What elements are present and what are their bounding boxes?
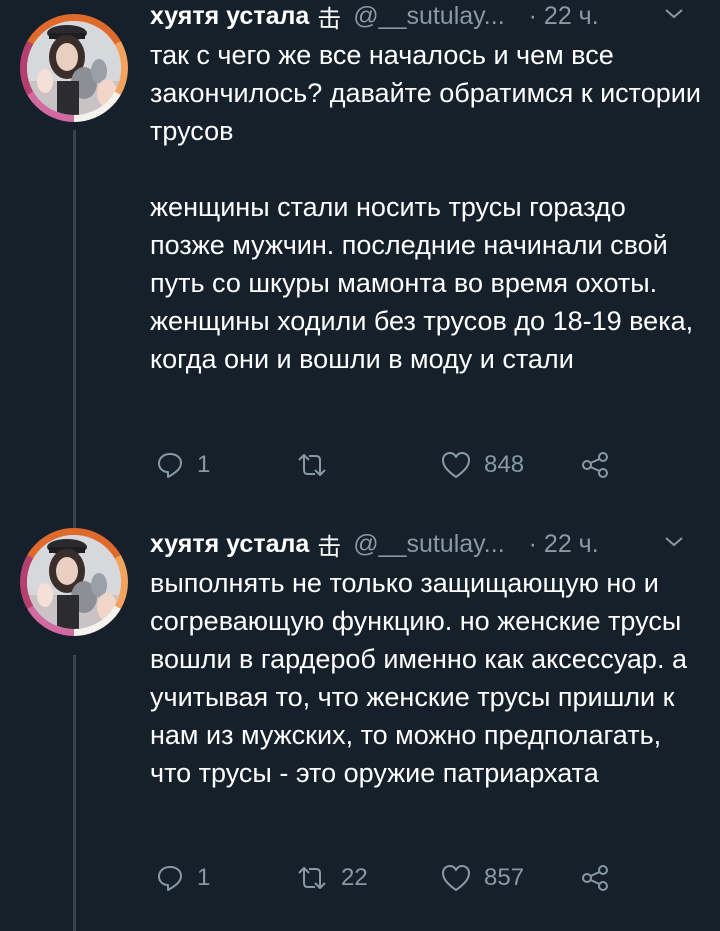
reply-icon bbox=[158, 866, 182, 891]
share-icon bbox=[582, 865, 608, 891]
reply-icon bbox=[158, 453, 182, 478]
retweet-icon bbox=[298, 867, 326, 889]
author-handle[interactable]: @__sutulay... bbox=[353, 2, 504, 31]
tweet-timestamp[interactable]: · 22 ч. bbox=[529, 530, 599, 559]
reply-button[interactable]: 1 bbox=[155, 450, 210, 480]
avatar[interactable] bbox=[20, 14, 128, 122]
reply-count: 1 bbox=[197, 451, 211, 478]
share-icon bbox=[582, 452, 608, 478]
tweet-timestamp[interactable]: · 22 ч. bbox=[529, 2, 599, 31]
share-button[interactable] bbox=[580, 863, 610, 893]
reply-count: 1 bbox=[197, 864, 211, 891]
retweet-button[interactable] bbox=[295, 450, 329, 480]
heart-icon bbox=[442, 865, 470, 891]
tweet-text: так с чего же все началось и чем все зак… bbox=[150, 36, 705, 378]
reply-button[interactable]: 1 bbox=[155, 863, 210, 893]
tweet-paragraph: так с чего же все началось и чем все зак… bbox=[150, 40, 701, 146]
chevron-down-icon[interactable] bbox=[662, 2, 686, 26]
like-button[interactable]: 848 bbox=[440, 450, 524, 480]
like-count: 857 bbox=[484, 864, 525, 891]
heart-icon bbox=[442, 452, 470, 478]
retweet-button[interactable]: 22 bbox=[295, 863, 368, 893]
tweet-header: хуятя устала 击 @__sutulay... · 22 ч. bbox=[150, 0, 599, 33]
author-badge: 击 bbox=[317, 5, 342, 33]
tweet-header: хуятя устала 击 @__sutulay... · 22 ч. bbox=[150, 528, 599, 561]
author-handle[interactable]: @__sutulay... bbox=[353, 530, 504, 559]
like-count: 848 bbox=[484, 451, 525, 478]
author-name[interactable]: хуятя устала bbox=[150, 2, 309, 31]
retweet-count: 22 bbox=[341, 864, 368, 891]
author-name[interactable]: хуятя устала bbox=[150, 530, 309, 559]
author-badge: 击 bbox=[317, 533, 342, 561]
tweet[interactable]: хуятя устала 击 @__sutulay... · 22 ч. вып… bbox=[0, 528, 720, 931]
avatar[interactable] bbox=[20, 528, 128, 636]
tweet-actions: 1 22 857 bbox=[150, 863, 630, 895]
like-button[interactable]: 857 bbox=[440, 863, 524, 893]
share-button[interactable] bbox=[580, 450, 610, 480]
tweet[interactable]: хуятя устала 击 @__sutulay... · 22 ч. так… bbox=[0, 0, 720, 500]
tweet-text: выполнять не только защищающую но и согр… bbox=[150, 564, 705, 792]
tweet-paragraph: женщины стали носить трусы гораздо позже… bbox=[150, 192, 694, 374]
tweet-paragraph: выполнять не только защищающую но и согр… bbox=[150, 568, 687, 788]
retweet-icon bbox=[298, 454, 326, 476]
chevron-down-icon[interactable] bbox=[662, 530, 686, 554]
tweet-actions: 1 848 bbox=[150, 450, 630, 482]
